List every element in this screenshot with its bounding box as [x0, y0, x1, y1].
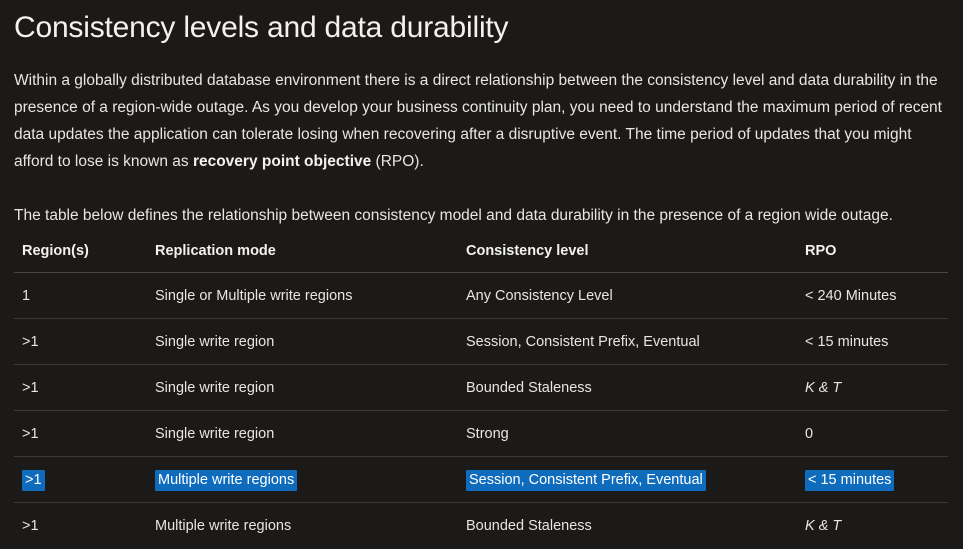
table-row: >1 Single write region Bounded Staleness K … [14, 364, 948, 411]
cell-region: >1 [14, 318, 147, 365]
cell-replication-mode: Multiple write regions [155, 517, 292, 534]
cell-rpo: 0 [797, 410, 948, 457]
table-row: 1 Single or Multiple write regions Any Con… [14, 272, 948, 319]
cell-rpo: < 15 minutes [797, 318, 948, 365]
intro-text-after-term: (RPO). [371, 153, 424, 170]
table-header: Region(s) Replication mode Consistency l… [14, 243, 948, 273]
cell-region: 1 [14, 272, 147, 319]
rpo-term: recovery point objective [192, 153, 372, 170]
selected-text-highlight[interactable]: Multiple write regions [155, 469, 298, 491]
cell-consistency-level: Session, Consistent Prefix, Eventual [458, 318, 797, 365]
table-body: 1 Single or Multiple write regions Any Con… [14, 272, 948, 549]
cell-region: >1 [14, 410, 147, 457]
cell-consistency-level: Session, Consistent Prefix, Eventual [458, 456, 797, 503]
selected-text-highlight[interactable]: >1 [22, 469, 45, 491]
column-header-rpo: RPO [797, 243, 948, 273]
cell-region: >1 [14, 456, 147, 503]
cell-consistency-level: Bounded Staleness [466, 517, 592, 534]
cell-rpo: K & T [797, 364, 948, 411]
article-page: Consistency levels and data durability W… [0, 8, 963, 544]
cell-rpo: K & T [805, 517, 842, 534]
column-header-region: Region(s) [14, 243, 147, 273]
selected-text-highlight[interactable]: < 15 minutes [805, 469, 895, 491]
table-row: >1 Multiple write regions Bounded Stalenes… [14, 503, 948, 549]
table-row: >1 Multiple write regions Session, Consist… [14, 456, 948, 503]
cell-rpo: < 15 minutes [797, 456, 948, 503]
cell-consistency-level: Bounded Staleness [458, 364, 797, 411]
cell-region: >1 [14, 364, 147, 411]
cell-consistency-level: Any Consistency Level [458, 272, 797, 319]
table-caption: The table below defines the relationship… [14, 207, 893, 224]
column-header-consistency-level: Consistency level [458, 243, 797, 273]
page-title: Consistency levels and data durability [14, 11, 509, 44]
cell-replication-mode: Single write region [147, 364, 458, 411]
cell-consistency-level: Strong [458, 410, 797, 457]
table-row: >1 Single write region Strong 0 [14, 410, 948, 457]
cell-region: >1 [22, 517, 39, 534]
cell-replication-mode: Multiple write regions [147, 456, 458, 503]
selected-text-highlight[interactable]: Session, Consistent Prefix, Eventual [466, 469, 706, 491]
cell-replication-mode: Single write region [147, 318, 458, 365]
table-row: >1 Single write region Session, Consistent… [14, 318, 948, 365]
column-header-replication-mode: Replication mode [147, 243, 458, 273]
cell-rpo: < 240 Minutes [797, 272, 948, 319]
intro-text-before-term: Within a globally distributed database e… [14, 72, 942, 170]
table-header-row: Region(s) Replication mode Consistency l… [14, 243, 948, 273]
intro-paragraph: Within a globally distributed database e… [14, 67, 949, 175]
cell-replication-mode: Single or Multiple write regions [147, 272, 458, 319]
cell-replication-mode: Single write region [147, 410, 458, 457]
consistency-durability-table: Region(s) Replication mode Consistency l… [14, 243, 948, 549]
